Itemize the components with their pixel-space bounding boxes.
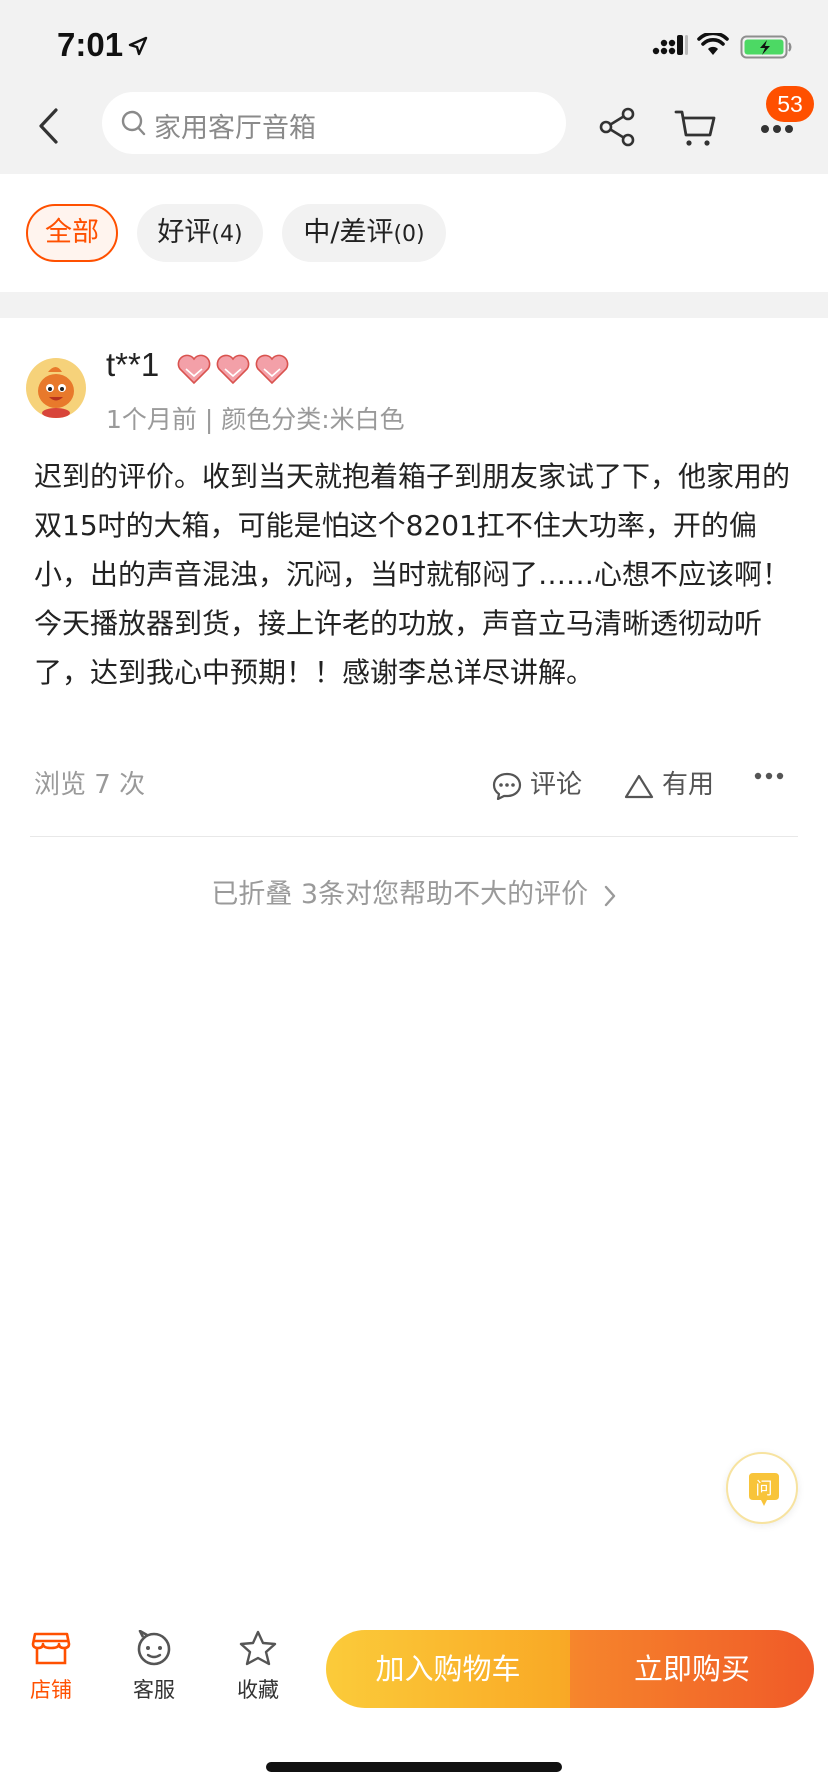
useful-button[interactable]: 有用 (624, 764, 714, 801)
comment-button[interactable]: 评论 (492, 764, 582, 801)
search-text: 家用客厅音箱 (154, 113, 316, 144)
ask-label: 问 (756, 1479, 773, 1499)
cart-badge: 53 (766, 86, 814, 122)
back-chevron-icon[interactable] (36, 106, 60, 146)
filter-good[interactable]: 好评(4) (137, 204, 263, 262)
cart-icon[interactable] (674, 108, 718, 148)
avatar[interactable] (26, 358, 86, 418)
filter-bad-count: (0) (393, 222, 425, 247)
search-icon (121, 110, 146, 136)
triangle-useful-icon (624, 774, 654, 798)
status-time: 7:01 (57, 26, 124, 63)
comment-label: 评论 (530, 770, 583, 800)
reviewer-name: t**1 (106, 346, 160, 383)
favorite-tab[interactable]: 收藏 (218, 1630, 298, 1704)
filter-good-count: (4) (211, 222, 243, 247)
review-filters: 全部 好评(4) 中/差评(0) (0, 174, 828, 292)
filter-all-label: 全部 (45, 217, 99, 248)
more-icon[interactable] (754, 772, 784, 780)
view-count: 浏览 7 次 (34, 770, 146, 800)
ask-icon: 问 (749, 1473, 779, 1506)
favorite-label: 收藏 (237, 1678, 279, 1702)
service-label: 客服 (133, 1678, 175, 1702)
home-indicator[interactable] (266, 1762, 562, 1772)
store-label: 店铺 (30, 1678, 72, 1702)
folded-reviews-text: 已折叠 3条对您帮助不大的评价 (211, 879, 589, 910)
top-bar: 7:01 家用客厅音箱 53 (0, 0, 828, 174)
filter-all[interactable]: 全部 (26, 204, 118, 262)
battery-icon (740, 35, 792, 59)
filter-bad[interactable]: 中/差评(0) (282, 204, 446, 262)
signal-icon (652, 35, 688, 55)
review-content: 迟到的评价。收到当天就抱着箱子到朋友家试了下，他家用的双15吋的大箱，可能是怕这… (34, 460, 791, 689)
search-input[interactable]: 家用客厅音箱 (102, 92, 566, 154)
section-separator (0, 292, 828, 318)
chevron-right-icon (604, 885, 615, 906)
service-tab[interactable]: 客服 (114, 1629, 194, 1704)
wifi-icon (697, 33, 729, 55)
divider (30, 836, 798, 837)
filter-bad-label: 中/差评 (303, 217, 394, 248)
comment-icon (492, 772, 522, 800)
store-icon (31, 1632, 71, 1665)
more-icon[interactable] (760, 124, 794, 134)
heart-rank-icon (177, 354, 289, 385)
ask-button[interactable]: 问 (726, 1452, 798, 1524)
folded-reviews-link[interactable]: 已折叠 3条对您帮助不大的评价 (0, 872, 828, 911)
review-meta: 1个月前 | 颜色分类:米白色 (106, 405, 405, 434)
store-tab[interactable]: 店铺 (11, 1630, 91, 1704)
service-icon (137, 1629, 171, 1666)
share-icon[interactable] (598, 107, 638, 147)
useful-label: 有用 (662, 770, 715, 800)
star-icon (239, 1630, 277, 1666)
add-to-cart-button[interactable]: 加入购物车 (326, 1630, 570, 1708)
location-arrow-icon (128, 36, 148, 56)
filter-good-label: 好评 (157, 217, 212, 248)
buy-now-button[interactable]: 立即购买 (570, 1630, 814, 1708)
